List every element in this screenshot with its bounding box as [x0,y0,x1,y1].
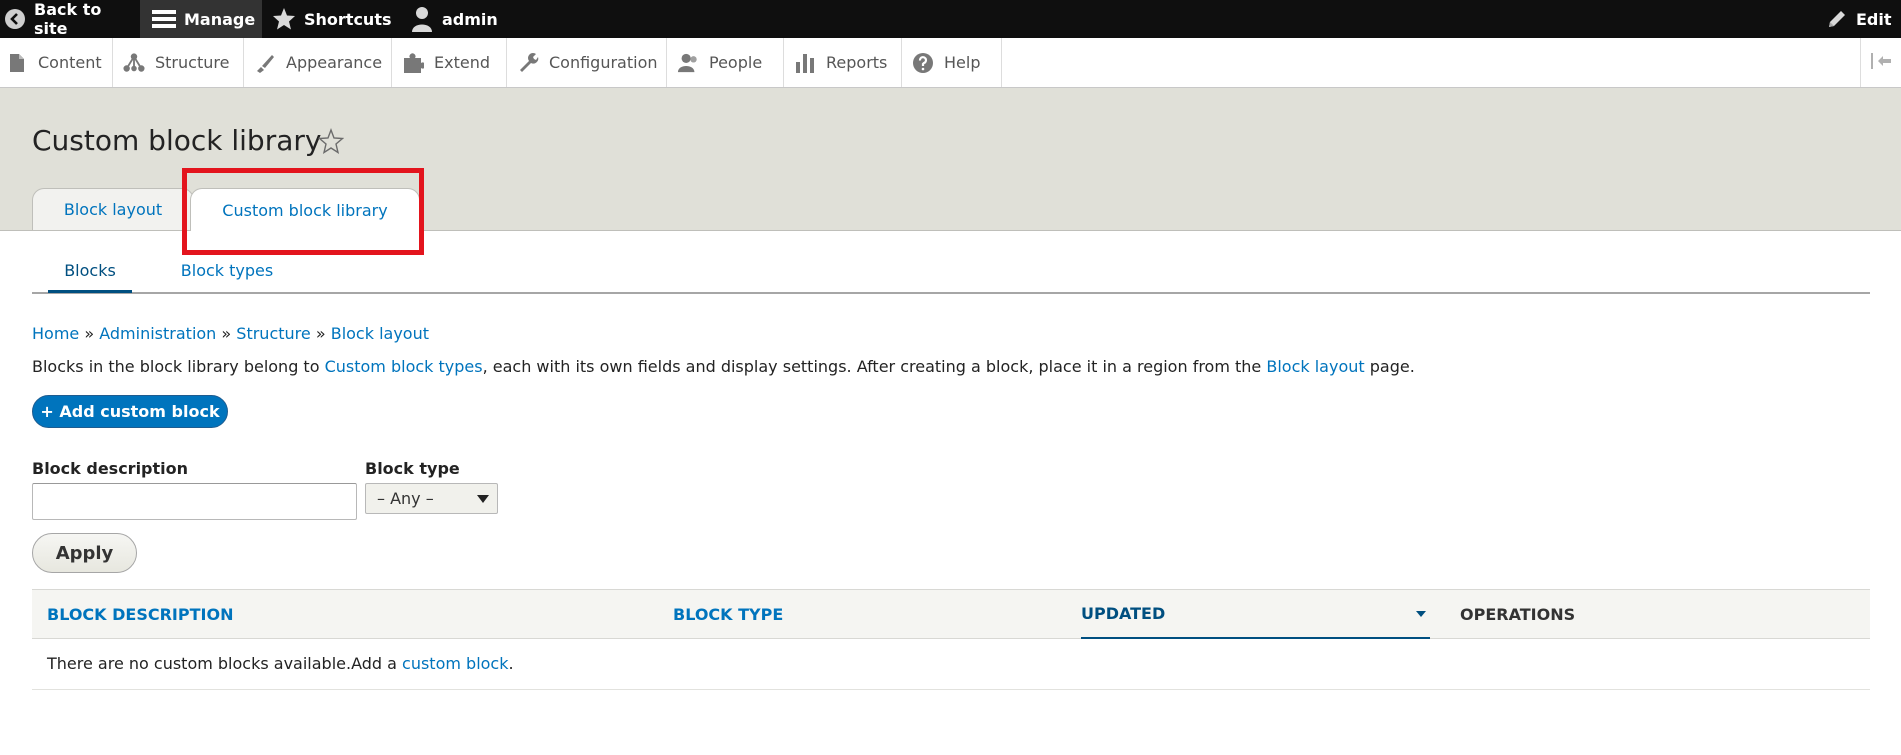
manage-tab[interactable]: Manage [140,0,262,38]
user-icon [410,6,434,32]
column-header-label: BLOCK DESCRIPTION [47,604,234,624]
block-description-input[interactable] [32,483,357,520]
manage-label: Manage [184,9,256,29]
custom-block-types-link[interactable]: Custom block types [325,357,483,376]
block-type-selected: – Any – [377,489,434,508]
tray-orientation-toggle[interactable] [1860,38,1901,87]
column-header-updated[interactable]: UPDATED [1081,590,1430,639]
edit-toggle[interactable]: Edit [1826,0,1892,38]
tray-item-people[interactable]: People [667,38,784,87]
help-icon [912,52,934,74]
tray-item-content[interactable]: Content [0,38,113,87]
description-text: Blocks in the block library belong to [32,357,325,376]
back-to-site-link[interactable]: Back to site [0,0,134,38]
breadcrumb-block-layout[interactable]: Block layout [331,324,429,343]
apply-button[interactable]: Apply [32,533,137,573]
tray-item-appearance-label: Appearance [286,53,383,72]
edit-label: Edit [1856,9,1892,29]
sitemap-icon [123,52,145,74]
block-type-select[interactable]: – Any – [365,483,498,514]
page-description: Blocks in the block library belong to Cu… [32,357,1415,376]
tab-blocks[interactable]: Blocks [48,250,132,293]
empty-message-text: There are no custom blocks available.Add… [47,654,403,673]
tab-block-types[interactable]: Block types [172,250,282,290]
table-row-empty: There are no custom blocks available.Add… [32,639,1870,690]
user-label: admin [442,9,498,29]
add-custom-block-button[interactable]: + Add custom block [32,395,228,428]
file-icon [6,52,28,74]
user-tab[interactable]: admin [410,0,498,38]
apply-label: Apply [55,542,114,564]
column-header-label: BLOCK TYPE [673,604,784,624]
empty-message: There are no custom blocks available.Add… [47,654,514,673]
shortcuts-tab[interactable]: Shortcuts [272,0,392,38]
block-layout-link[interactable]: Block layout [1266,357,1364,376]
tray-item-extend[interactable]: Extend [392,38,507,87]
tray-item-help-label: Help [944,53,981,72]
tray-item-appearance[interactable]: Appearance [244,38,392,87]
breadcrumb-separator: » [84,324,95,343]
tab-block-layout-label: Block layout [63,200,163,219]
table-header: BLOCK DESCRIPTION BLOCK TYPE UPDATED OPE… [32,589,1870,639]
hamburger-icon [152,9,176,29]
shortcut-star-icon[interactable] [317,128,345,158]
tray-item-content-label: Content [38,53,102,72]
puzzle-icon [402,52,424,74]
add-custom-block-label: + Add custom block [40,402,220,421]
tab-custom-block-library[interactable]: Custom block library [190,188,420,231]
paintbrush-icon [254,52,276,74]
description-text: , each with its own fields and display s… [482,357,1267,376]
tray-item-reports-label: Reports [826,53,888,72]
description-text: page. [1364,357,1415,376]
breadcrumb-structure[interactable]: Structure [236,324,310,343]
sort-descending-icon [1416,611,1426,617]
people-icon [677,52,699,74]
breadcrumb-separator: » [315,324,326,343]
tray-item-configuration[interactable]: Configuration [507,38,667,87]
bar-chart-icon [794,52,816,74]
tray-item-structure[interactable]: Structure [113,38,244,87]
column-header-block-description[interactable]: BLOCK DESCRIPTION [47,590,233,638]
wrench-icon [517,52,539,74]
column-header-block-type[interactable]: BLOCK TYPE [673,590,783,638]
breadcrumb-administration[interactable]: Administration [99,324,216,343]
back-to-site-label: Back to site [34,0,102,38]
star-icon [272,7,296,31]
breadcrumb-home[interactable]: Home [32,324,79,343]
tab-custom-block-library-label: Custom block library [222,200,388,220]
tray-item-extend-label: Extend [434,53,490,72]
column-header-operations: OPERATIONS [1460,590,1575,638]
pencil-icon [1826,8,1848,30]
page-header: Custom block library Block layout Custom… [0,88,1901,231]
chevron-left-circle-icon [4,8,26,30]
tray-item-configuration-label: Configuration [549,53,658,72]
tray-item-people-label: People [709,53,763,72]
breadcrumb-separator: » [221,324,232,343]
admin-toolbar: Back to site Manage Shortcuts admin Edit [0,0,1901,38]
tray-item-reports[interactable]: Reports [784,38,902,87]
column-header-label: UPDATED [1081,604,1166,623]
collapse-left-icon [1870,52,1892,73]
tab-blocks-label: Blocks [64,260,116,280]
tab-block-layout[interactable]: Block layout [32,188,194,230]
shortcuts-label: Shortcuts [304,9,392,29]
block-description-label: Block description [32,459,189,478]
page-title: Custom block library [32,124,322,157]
custom-block-link[interactable]: custom block [402,654,508,673]
block-type-label: Block type [365,459,460,478]
dropdown-arrow-icon [477,495,489,503]
tray-item-structure-label: Structure [155,53,230,72]
column-header-label: OPERATIONS [1460,604,1576,624]
admin-menu-tray: Content Structure Appearance Extend Conf… [0,38,1901,88]
tab-block-types-label: Block types [180,260,274,280]
secondary-tabs: Blocks Block types [32,250,1870,294]
breadcrumb: Home » Administration » Structure » Bloc… [32,324,429,343]
tray-item-help[interactable]: Help [902,38,1002,87]
empty-message-suffix: . [508,654,514,673]
